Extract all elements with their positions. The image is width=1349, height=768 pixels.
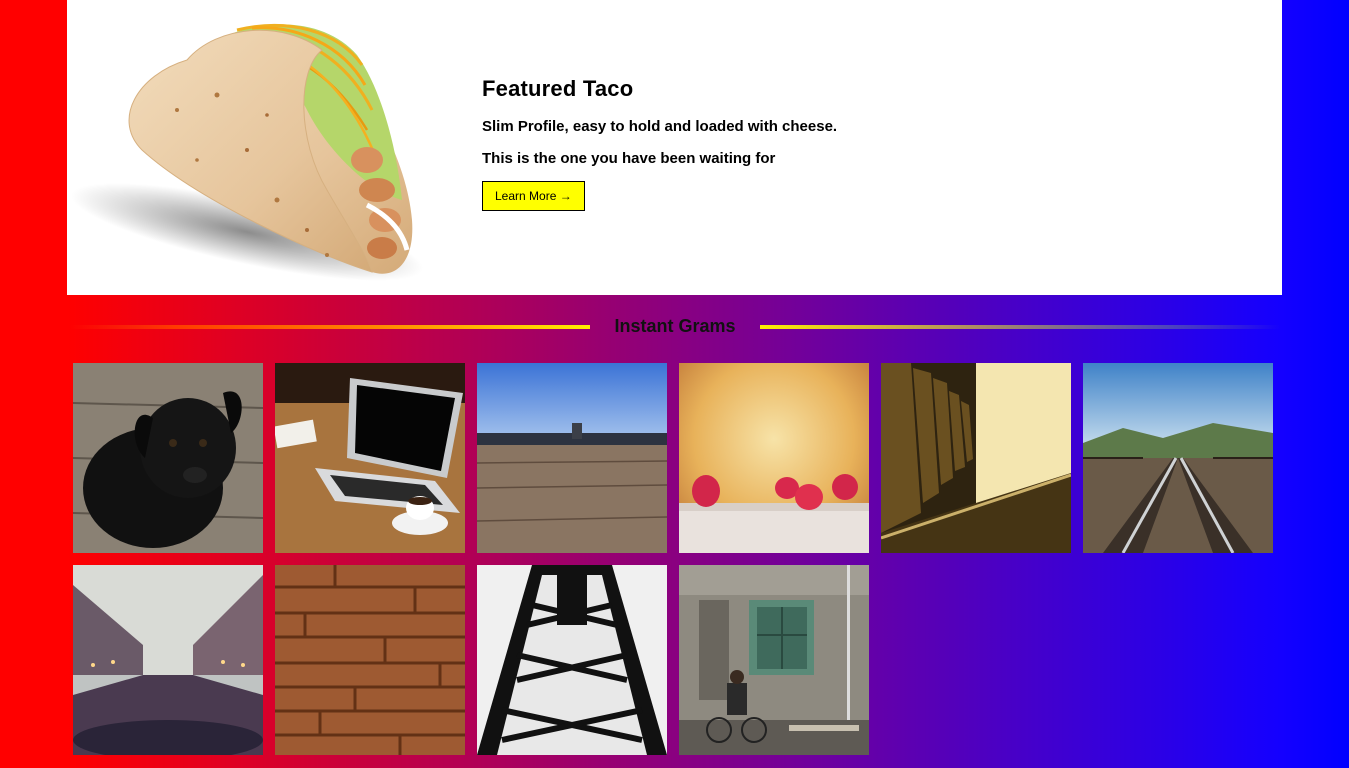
gram-photo-laptop-coffee[interactable] <box>275 363 465 553</box>
header-divider-left <box>70 325 590 329</box>
feature-text-block: Featured Taco Slim Profile, easy to hold… <box>482 76 837 211</box>
gram-photo-old-building-cyclist[interactable] <box>679 565 869 755</box>
header-divider-right <box>760 325 1280 329</box>
gram-photo-raspberries[interactable] <box>679 363 869 553</box>
taco-image <box>70 24 424 281</box>
gram-photo-canal-city[interactable] <box>73 565 263 755</box>
featured-taco-panel: Featured Taco Slim Profile, easy to hold… <box>67 0 1282 295</box>
gram-photo-wooden-pier[interactable] <box>477 363 667 553</box>
learn-more-button[interactable]: Learn More → <box>482 181 585 211</box>
feature-description: This is the one you have been waiting fo… <box>482 150 776 167</box>
gram-photo-railway-tracks[interactable] <box>1083 363 1273 553</box>
gram-photo-black-puppy[interactable] <box>73 363 263 553</box>
feature-title: Featured Taco <box>482 76 634 101</box>
feature-tagline: Slim Profile, easy to hold and loaded wi… <box>482 118 838 135</box>
gram-photo-steel-tower[interactable] <box>477 565 667 755</box>
gram-photo-wood-planks[interactable] <box>275 565 465 755</box>
gram-photo-train-seats[interactable] <box>881 363 1071 553</box>
instant-grams-title: Instant Grams <box>614 316 736 336</box>
instant-grams-header: Instant Grams <box>67 310 1282 344</box>
